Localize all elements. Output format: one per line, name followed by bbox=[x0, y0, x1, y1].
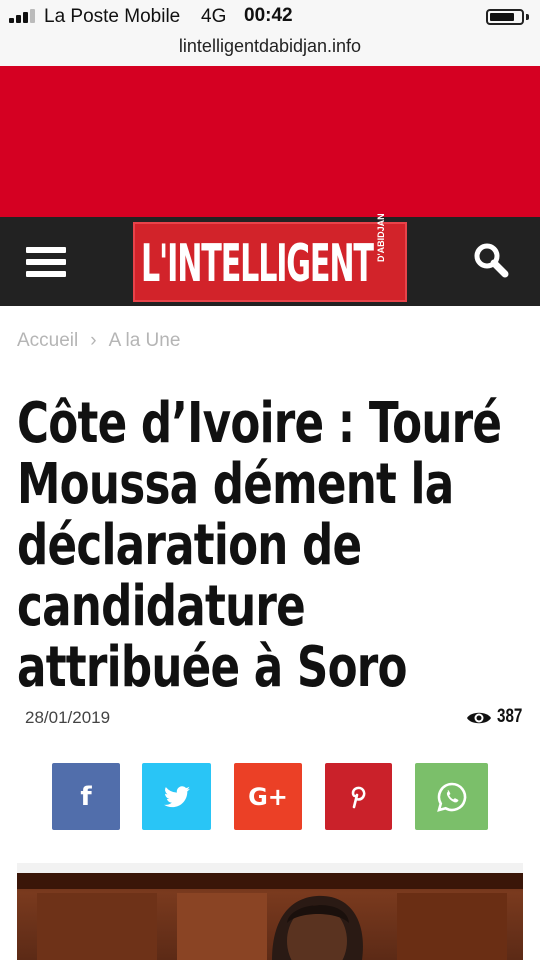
share-whatsapp-button[interactable] bbox=[415, 763, 488, 830]
ad-banner[interactable] bbox=[0, 66, 540, 217]
network-type: 4G bbox=[201, 6, 227, 27]
breadcrumb-separator: › bbox=[90, 330, 97, 351]
view-count: 387 bbox=[497, 706, 523, 727]
breadcrumb: Accueil › A la Une bbox=[17, 330, 180, 352]
address-bar[interactable]: lintelligentdabidjan.info bbox=[0, 34, 540, 66]
breadcrumb-category[interactable]: A la Une bbox=[109, 330, 181, 352]
carrier-name: La Poste Mobile bbox=[44, 6, 181, 27]
battery-level bbox=[490, 13, 514, 21]
logo-subtext: D'ABIDJAN bbox=[376, 213, 386, 262]
article-image bbox=[17, 863, 523, 960]
post-date: 28/01/2019 bbox=[25, 708, 111, 727]
share-twitter-button[interactable] bbox=[142, 763, 211, 830]
pinterest-icon bbox=[351, 786, 365, 808]
twitter-icon bbox=[163, 785, 190, 807]
whatsapp-icon bbox=[436, 782, 466, 812]
facebook-icon: f bbox=[80, 781, 92, 812]
site-header: L'INTELLIGENT D'ABIDJAN bbox=[0, 213, 540, 306]
battery-icon bbox=[486, 9, 524, 25]
google-plus-icon: G+ bbox=[248, 782, 288, 811]
search-icon[interactable] bbox=[470, 239, 514, 283]
signal-strength-icon bbox=[9, 9, 39, 23]
status-time: 00:42 bbox=[244, 5, 293, 26]
site-logo[interactable]: L'INTELLIGENT D'ABIDJAN bbox=[133, 213, 407, 302]
logo-text: L'INTELLIGENT bbox=[141, 234, 374, 294]
url-text: lintelligentdabidjan.info bbox=[178, 36, 362, 56]
share-google-plus-button[interactable]: G+ bbox=[234, 763, 302, 830]
share-facebook-button[interactable]: f bbox=[52, 763, 120, 830]
eye-icon bbox=[467, 712, 491, 724]
breadcrumb-home[interactable]: Accueil bbox=[17, 330, 78, 352]
share-pinterest-button[interactable] bbox=[325, 763, 392, 830]
status-bar: La Poste Mobile 4G 00:42 bbox=[0, 0, 540, 34]
battery-tip bbox=[526, 14, 529, 20]
hamburger-menu-icon[interactable] bbox=[26, 245, 68, 279]
article-title: Côte d’Ivoire : Touré Moussa dément la d… bbox=[17, 391, 502, 700]
